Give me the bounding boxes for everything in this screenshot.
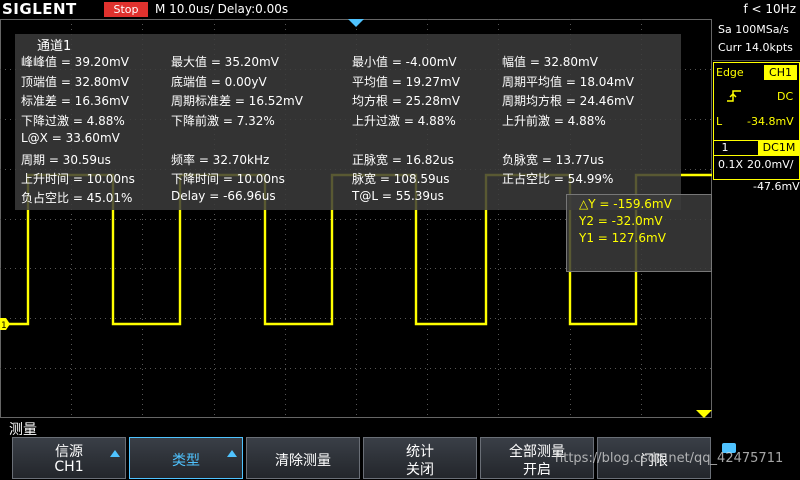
- measurement-item: 周期标准差 = 16.52mV: [171, 94, 303, 108]
- measurement-item: 上升过激 = 4.88%: [352, 114, 456, 128]
- cursor-y1: Y1 = 127.6mV: [579, 231, 666, 245]
- trigger-level-label: L: [716, 115, 723, 128]
- measurement-item: 上升前激 = 4.88%: [502, 114, 606, 128]
- softkey-value: CH1: [54, 459, 84, 475]
- trigger-coupling: DC: [777, 90, 794, 103]
- measurement-item: 最大值 = 35.20mV: [171, 55, 279, 69]
- clear-measure-softkey[interactable]: 清除测量: [246, 437, 360, 479]
- measurement-item: 负占空比 = 45.01%: [21, 191, 133, 205]
- softkey-label: 类型: [172, 453, 200, 469]
- trigger-type: Edge: [716, 66, 744, 79]
- softkey-label: 清除测量: [275, 453, 331, 469]
- volts-per-div: 20.0mV/: [747, 158, 794, 171]
- measurement-item: 顶端值 = 32.80mV: [21, 75, 129, 89]
- channel-number: 1: [721, 141, 729, 154]
- cursor-y2: Y2 = -32.0mV: [579, 214, 663, 228]
- trigger-position-marker-icon: [348, 19, 364, 27]
- measurement-item: 下降前激 = 7.32%: [171, 114, 275, 128]
- measurement-item: 上升时间 = 10.00ns: [21, 172, 135, 186]
- measurement-item: 标准差 = 16.36mV: [21, 94, 129, 108]
- measurement-item: 频率 = 32.70kHz: [171, 153, 270, 167]
- type-softkey[interactable]: 类型: [129, 437, 243, 479]
- waveform-display[interactable]: 1 通道1 峰峰值 = 39.20mV 最大值 = 35.20mV 最小值 = -4…: [0, 19, 712, 418]
- sample-rate: Sa 100MSa/s: [718, 23, 789, 36]
- arrow-up-icon: [110, 450, 120, 457]
- run-stop-status[interactable]: Stop: [104, 2, 148, 17]
- menu-title: 测量: [9, 422, 37, 438]
- channel1-ground-marker-icon: 1: [0, 318, 10, 331]
- measurement-item: 下降过激 = 4.88%: [21, 114, 125, 128]
- trigger-source-badge: CH1: [764, 65, 797, 80]
- brand-logo: SIGLENT: [2, 0, 77, 18]
- softkey-label: 统计: [406, 444, 434, 460]
- channel-coupling-badge: DC1M: [758, 141, 800, 155]
- channel1-settings-box[interactable]: 1 DC1M 0.1X 20.0mV/: [713, 140, 800, 180]
- divider: [713, 60, 800, 61]
- measurement-item: 均方根 = 25.28mV: [352, 94, 460, 108]
- source-softkey[interactable]: 信源 CH1: [12, 437, 126, 479]
- measurement-item: 下降时间 = 10.00ns: [171, 172, 285, 186]
- arrow-up-icon: [227, 450, 237, 457]
- trigger-level: -34.8mV: [747, 115, 794, 128]
- trigger-frequency-readout: f < 10Hz: [743, 2, 797, 16]
- measurement-item: 负脉宽 = 13.77us: [502, 153, 604, 167]
- measurement-item: 底端值 = 0.00yV: [171, 75, 267, 89]
- trigger-level-marker-icon: [696, 410, 712, 418]
- measurement-item: T@L = 55.39us: [352, 189, 444, 203]
- softkey-label: 信源: [55, 444, 83, 460]
- channel1-marker-label: 1: [1, 321, 7, 331]
- measurement-item: 平均值 = 19.27mV: [352, 75, 460, 89]
- measurement-item: 周期 = 30.59us: [21, 153, 111, 167]
- rising-edge-icon: [727, 90, 741, 102]
- measurement-channel-title: 通道1: [37, 39, 72, 54]
- measurement-item: 正占空比 = 54.99%: [502, 172, 614, 186]
- softkey-value: 关闭: [406, 462, 434, 478]
- measurement-item: 脉宽 = 108.59us: [352, 172, 450, 186]
- measurement-item: L@X = 33.60mV: [21, 131, 120, 145]
- measurement-item: 幅值 = 32.80mV: [502, 55, 598, 69]
- memory-depth: Curr 14.0kpts: [718, 41, 793, 54]
- probe-ratio: 0.1X: [718, 158, 744, 171]
- timebase-readout: M 10.0us/ Delay:0.00s: [155, 2, 289, 16]
- side-info-panel: Sa 100MSa/s Curr 14.0kpts Edge CH1 DC L …: [713, 19, 800, 418]
- top-status-bar: SIGLENT Stop M 10.0us/ Delay:0.00s f < 1…: [0, 0, 800, 19]
- channel-offset: -47.6mV: [753, 180, 800, 193]
- measurement-item: 正脉宽 = 16.82us: [352, 153, 454, 167]
- cursor-delta-y: △Y = -159.6mV: [579, 197, 672, 211]
- cursor-readout-box: △Y = -159.6mV Y2 = -32.0mV Y1 = 127.6mV: [566, 194, 712, 272]
- measurement-item: 最小值 = -4.00mV: [352, 55, 457, 69]
- watermark-text: https://blog.csdn.net/qq_42475711: [555, 451, 784, 466]
- measurement-item: 峰峰值 = 39.20mV: [21, 55, 129, 69]
- measurement-panel: 通道1 峰峰值 = 39.20mV 最大值 = 35.20mV 最小值 = -4.0…: [15, 34, 681, 210]
- statistics-softkey[interactable]: 统计 关闭: [363, 437, 477, 479]
- measurement-item: 周期均方根 = 24.46mV: [502, 94, 634, 108]
- measurement-item: Delay = -66.96us: [171, 189, 276, 203]
- measurement-item: 周期平均值 = 18.04mV: [502, 75, 634, 89]
